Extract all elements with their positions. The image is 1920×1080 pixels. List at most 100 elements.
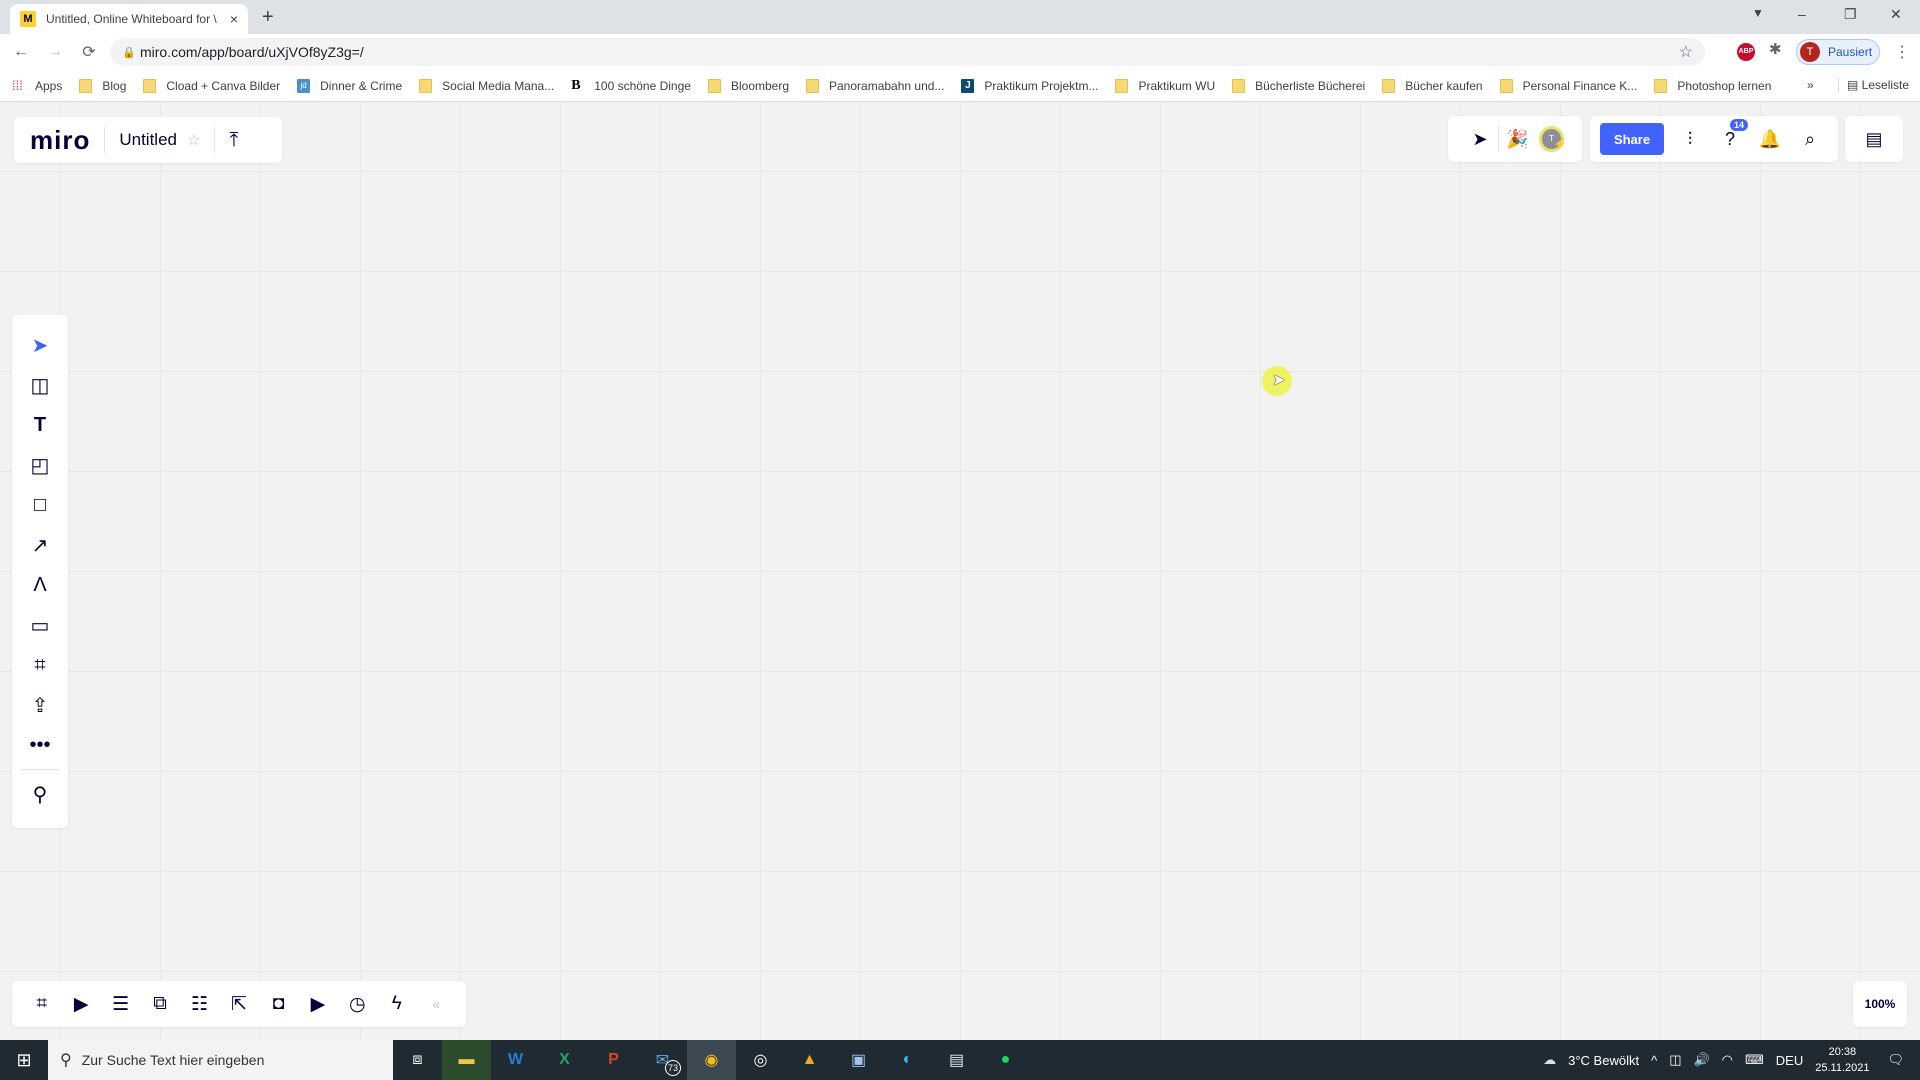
whiteboard-canvas[interactable] [0, 103, 1920, 1040]
new-tab-button[interactable]: + [262, 6, 274, 29]
notepad-icon[interactable]: ▤ [932, 1040, 981, 1080]
pen-tool-icon[interactable]: Λ [12, 565, 68, 605]
chrome-icon[interactable]: ◉ [687, 1040, 736, 1080]
language-indicator[interactable]: DEU [1776, 1053, 1803, 1068]
board-notes-icon[interactable]: ▤ [1854, 129, 1894, 150]
bookmark-buecher-kaufen[interactable]: Bücher kaufen [1382, 78, 1483, 93]
minimize-button[interactable]: – [1798, 6, 1806, 22]
tab-search-icon[interactable]: ▼ [1752, 6, 1764, 20]
reading-list-button[interactable]: ▤ Leseliste [1838, 78, 1909, 92]
export-upload-icon[interactable]: ⤒ [229, 129, 238, 152]
bookmark-buecherliste[interactable]: Bücherliste Bücherei [1232, 78, 1365, 93]
board-title[interactable]: Untitled [119, 130, 177, 150]
presentation-icon[interactable]: ▶ [61, 993, 100, 1016]
bookmark-star-icon[interactable]: ☆ [1679, 42, 1693, 62]
star-board-icon[interactable]: ☆ [187, 131, 200, 149]
bookmark-bloomberg[interactable]: Bloomberg [707, 78, 789, 93]
notes-panel: ▤ [1845, 116, 1903, 162]
card-list-icon[interactable]: ☷ [180, 993, 219, 1016]
reactions-party-icon[interactable]: 🎉 [1503, 129, 1531, 150]
clock[interactable]: 20:38 25.11.2021 [1815, 1044, 1869, 1076]
lock-icon[interactable]: 🔒 [122, 46, 136, 59]
forward-button[interactable]: → [42, 43, 68, 61]
close-window-button[interactable]: ✕ [1890, 6, 1902, 23]
close-tab-icon[interactable]: × [230, 11, 238, 27]
frame-tool-icon[interactable]: ⌗ [12, 645, 68, 685]
restore-button[interactable]: ❐ [1844, 6, 1857, 23]
taskbar-search-input[interactable]: ⚲ Zur Suche Text hier eingeben [48, 1040, 393, 1080]
bookmarks-overflow-button[interactable]: » [1807, 78, 1814, 92]
app-icon[interactable]: ▲ [785, 1040, 834, 1080]
file-explorer-icon[interactable]: ▬ [442, 1040, 491, 1080]
apps-plug-icon[interactable]: ⚲ [12, 774, 68, 814]
timer-icon[interactable]: ◷ [338, 993, 377, 1016]
activity-icon[interactable]: ◘ [259, 993, 298, 1015]
more-tools-icon[interactable]: ••• [12, 725, 68, 765]
spotify-icon[interactable]: ● [981, 1040, 1030, 1080]
address-bar[interactable]: 🔒 miro.com/app/board/uXjVOf8yZ3g=/ ☆ [110, 38, 1705, 66]
bookmark-blog[interactable]: Blog [79, 78, 126, 93]
bookmark-praktikum-wu[interactable]: Praktikum WU [1115, 78, 1215, 93]
bookmark-dinner-crime[interactable]: jd Dinner & Crime [297, 78, 402, 93]
keyboard-icon[interactable]: ⌨ [1745, 1052, 1764, 1068]
comment-tool-icon[interactable]: ▭ [12, 605, 68, 645]
camera-icon[interactable]: ◫ [1669, 1052, 1681, 1068]
screen-sharing-icon[interactable]: ⧉ [140, 993, 179, 1015]
mail-icon[interactable]: ✉ 73 [638, 1040, 687, 1080]
obs-icon[interactable]: ◎ [736, 1040, 785, 1080]
miro-logo[interactable]: miro [30, 125, 90, 156]
zoom-level[interactable]: 100% [1853, 981, 1907, 1027]
templates-icon[interactable]: ◫ [12, 365, 68, 405]
select-tool-icon[interactable]: ➤ [12, 325, 68, 365]
share-screen-icon[interactable]: ⇱ [219, 993, 258, 1016]
upload-tool-icon[interactable]: ⇪ [12, 685, 68, 725]
divider [1498, 126, 1500, 152]
video-chat-icon[interactable]: ▶ [298, 993, 337, 1016]
url-text[interactable]: miro.com/app/board/uXjVOf8yZ3g=/ [140, 44, 364, 60]
comments-icon[interactable]: ☰ [101, 993, 140, 1016]
bookmark-praktikum-projekt[interactable]: J Praktikum Projektm... [961, 78, 1098, 93]
shape-tool-icon[interactable]: □ [12, 485, 68, 525]
help-icon[interactable]: ? 14 [1710, 118, 1750, 150]
volume-icon[interactable]: 🔊 [1693, 1052, 1709, 1068]
weather-cloud-icon[interactable]: ☁ [1543, 1052, 1556, 1068]
profile-button[interactable]: T Pausiert [1796, 39, 1880, 65]
frames-icon[interactable]: ⌗ [22, 993, 61, 1015]
word-icon[interactable]: W [491, 1040, 540, 1080]
back-button[interactable]: ← [8, 43, 34, 61]
share-button[interactable]: Share [1600, 123, 1664, 155]
sticky-note-icon[interactable]: ◰ [12, 445, 68, 485]
extensions-puzzle-icon[interactable]: ✱ [1769, 40, 1782, 58]
settings-sliders-icon[interactable]: ⫶ [1670, 129, 1710, 150]
paint-icon[interactable]: ▣ [834, 1040, 883, 1080]
browser-tab[interactable]: M Untitled, Online Whiteboard for \ × [10, 4, 248, 34]
notifications-bell-icon[interactable]: 🔔 [1750, 129, 1790, 150]
browser-menu-icon[interactable]: ⋮ [1894, 42, 1910, 62]
voting-lightning-icon[interactable]: ϟ [377, 993, 416, 1015]
windows-start-icon[interactable]: ⊞ [0, 1050, 48, 1071]
collapse-toolbar-icon[interactable]: « [417, 996, 456, 1012]
reload-button[interactable]: ⟳ [76, 42, 102, 62]
bookmark-100-dinge[interactable]: B 100 schöne Dinge [571, 78, 691, 93]
bookmark-photoshop[interactable]: Photoshop lernen [1654, 78, 1771, 93]
show-hidden-icons-chevron-icon[interactable]: ^ [1651, 1053, 1657, 1068]
text-tool-icon[interactable]: T [12, 405, 68, 445]
task-view-icon[interactable]: ⧈ [393, 1040, 442, 1080]
bookmark-apps[interactable]: ⁞⁞⁞ Apps [12, 78, 62, 93]
user-avatar[interactable]: T ⚡ [1539, 126, 1567, 152]
bookmark-personal-finance[interactable]: Personal Finance K... [1499, 78, 1637, 93]
excel-icon[interactable]: X [540, 1040, 589, 1080]
bookmark-social-media[interactable]: Social Media Mana... [419, 78, 554, 93]
folder-icon [143, 78, 157, 93]
connection-line-icon[interactable]: ↗ [12, 525, 68, 565]
notification-center-icon[interactable]: 🗨 [1887, 1052, 1904, 1068]
search-icon[interactable]: ⌕ [1790, 129, 1830, 150]
bookmark-panoramabahn[interactable]: Panoramabahn und... [806, 78, 944, 93]
weather-text[interactable]: 3°C Bewölkt [1568, 1053, 1639, 1068]
bookmark-cload-canva[interactable]: Cload + Canva Bilder [143, 78, 280, 93]
attention-management-icon[interactable]: ➤ [1466, 129, 1494, 150]
edge-icon[interactable]: ◐ [883, 1040, 932, 1080]
powerpoint-icon[interactable]: P [589, 1040, 638, 1080]
wifi-icon[interactable]: ◠ [1722, 1052, 1733, 1068]
adblock-extension-icon[interactable]: ABP [1737, 43, 1755, 61]
